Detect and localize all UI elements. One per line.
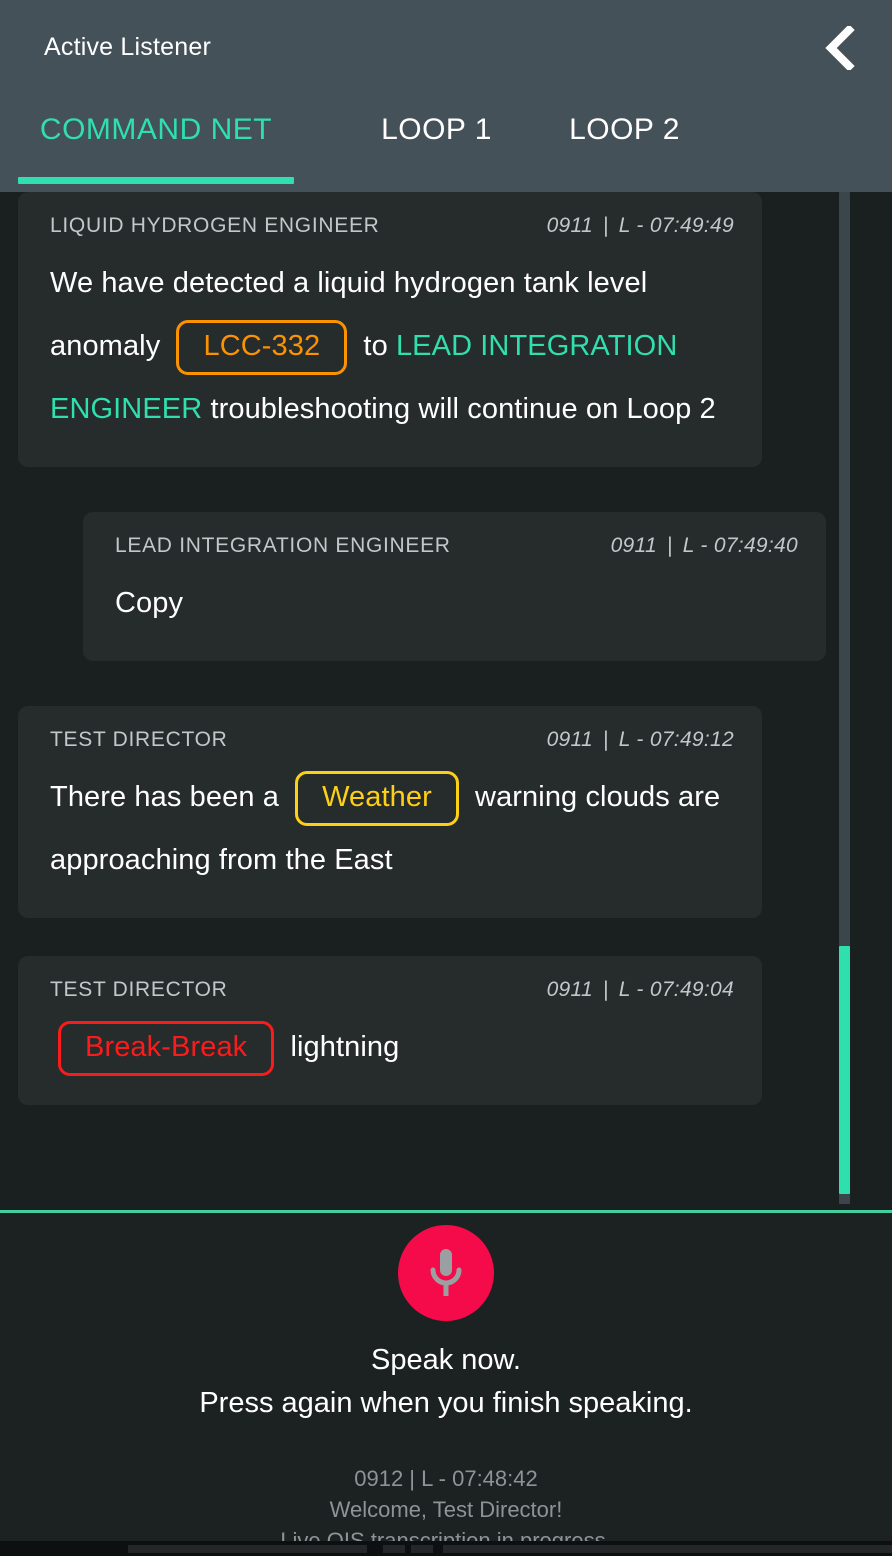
page-title: Active Listener <box>44 33 211 61</box>
status-timestamp: 0912 | L - 07:48:42 <box>354 1466 538 1491</box>
message-text: There has been a <box>50 781 288 813</box>
message-day: 0911 <box>546 978 593 1001</box>
message-day: 0911 <box>546 728 593 751</box>
chevron-left-icon <box>823 26 857 70</box>
app-header: Active Listener COMMAND NET LOOP 1 LOOP … <box>0 0 892 192</box>
transcript-message[interactable]: LIQUID HYDROGEN ENGINEER 0911 | L - 07:49:… <box>18 192 762 467</box>
net-tabs: COMMAND NET LOOP 1 LOOP 2 <box>0 112 892 192</box>
message-speaker: LIQUID HYDROGEN ENGINEER <box>50 214 380 237</box>
chip-break-break[interactable]: Break-Break <box>58 1020 275 1076</box>
message-body: Copy <box>115 572 798 635</box>
message-speaker: TEST DIRECTOR <box>50 978 228 1001</box>
meta-separator: | <box>602 978 609 1001</box>
active-listener-screen: Active Listener COMMAND NET LOOP 1 LOOP … <box>0 0 892 1556</box>
message-header: LEAD INTEGRATION ENGINEER 0911 | L - 07:49… <box>115 534 798 558</box>
sysnav-segment <box>383 1544 406 1553</box>
message-text: lightning <box>282 1031 400 1063</box>
sysnav-segment <box>411 1544 434 1553</box>
speak-prompt-secondary: Press again when you finish speaking. <box>199 1387 693 1419</box>
message-meta: 0911 | L - 07:49:40 <box>611 534 798 558</box>
transcript-message[interactable]: TEST DIRECTOR 0911 | L - 07:49:12 There ha… <box>18 706 762 918</box>
message-header: LIQUID HYDROGEN ENGINEER 0911 | L - 07:49:… <box>50 214 734 238</box>
message-meta: 0911 | L - 07:49:04 <box>547 978 734 1002</box>
tab-command-net-label: COMMAND NET <box>39 113 273 146</box>
transcript-scrollbar[interactable] <box>839 192 850 1204</box>
microphone-icon <box>425 1245 467 1301</box>
message-header: TEST DIRECTOR 0911 | L - 07:49:04 <box>50 978 734 1002</box>
message-body: We have detected a liquid hydrogen tank … <box>50 252 734 441</box>
meta-separator: | <box>602 214 609 237</box>
message-text: troubleshooting will continue on Loop 2 <box>202 393 716 425</box>
mic-panel: Speak now. Press again when you finish s… <box>0 1213 892 1556</box>
chip-weather[interactable]: Weather <box>295 770 459 826</box>
back-button[interactable] <box>810 18 870 78</box>
message-body: There has been a Weather warning clouds … <box>50 766 734 892</box>
tab-loop-2-label: LOOP 2 <box>569 113 680 146</box>
message-meta: 0911 | L - 07:49:12 <box>547 728 734 752</box>
status-welcome: Welcome, Test Director! <box>329 1497 563 1522</box>
message-speaker: LEAD INTEGRATION ENGINEER <box>115 534 451 557</box>
transcript-message[interactable]: LEAD INTEGRATION ENGINEER 0911 | L - 07:49… <box>83 512 826 661</box>
message-day: 0911 <box>546 214 593 237</box>
message-text: to <box>355 330 396 362</box>
chip-lcc-332[interactable]: LCC-332 <box>176 319 348 375</box>
meta-separator: | <box>602 728 609 751</box>
message-header: TEST DIRECTOR 0911 | L - 07:49:12 <box>50 728 734 752</box>
tab-active-indicator <box>18 177 294 184</box>
tab-loop-2[interactable]: LOOP 2 <box>537 112 712 192</box>
message-time: L - 07:49:12 <box>618 728 734 751</box>
tab-loop-1[interactable]: LOOP 1 <box>349 112 524 192</box>
sysnav-segment <box>443 1544 892 1553</box>
sysnav-segment <box>127 1544 368 1553</box>
message-meta: 0911 | L - 07:49:49 <box>547 214 734 238</box>
tab-command-net[interactable]: COMMAND NET <box>18 112 294 192</box>
meta-separator: | <box>666 534 673 557</box>
message-text: Copy <box>115 587 184 619</box>
message-time: L - 07:49:04 <box>618 978 734 1001</box>
sysnav-segment <box>0 1544 120 1553</box>
transcript-list[interactable]: LIQUID HYDROGEN ENGINEER 0911 | L - 07:49:… <box>0 192 892 1210</box>
message-body: Break-Break lightning <box>50 1016 734 1079</box>
transcript-message[interactable]: TEST DIRECTOR 0911 | L - 07:49:04 Break-Br… <box>18 956 762 1105</box>
message-day: 0911 <box>610 534 657 557</box>
message-speaker: TEST DIRECTOR <box>50 728 228 751</box>
message-time: L - 07:49:40 <box>682 534 798 557</box>
tab-loop-1-label: LOOP 1 <box>381 113 492 146</box>
transcript-panel: LIQUID HYDROGEN ENGINEER 0911 | L - 07:49:… <box>0 192 892 1210</box>
system-navigation-bar <box>0 1541 892 1556</box>
message-time: L - 07:49:49 <box>618 214 734 237</box>
record-button[interactable] <box>398 1225 494 1321</box>
scrollbar-thumb[interactable] <box>839 946 850 1194</box>
speak-prompt-primary: Speak now. <box>371 1344 521 1376</box>
